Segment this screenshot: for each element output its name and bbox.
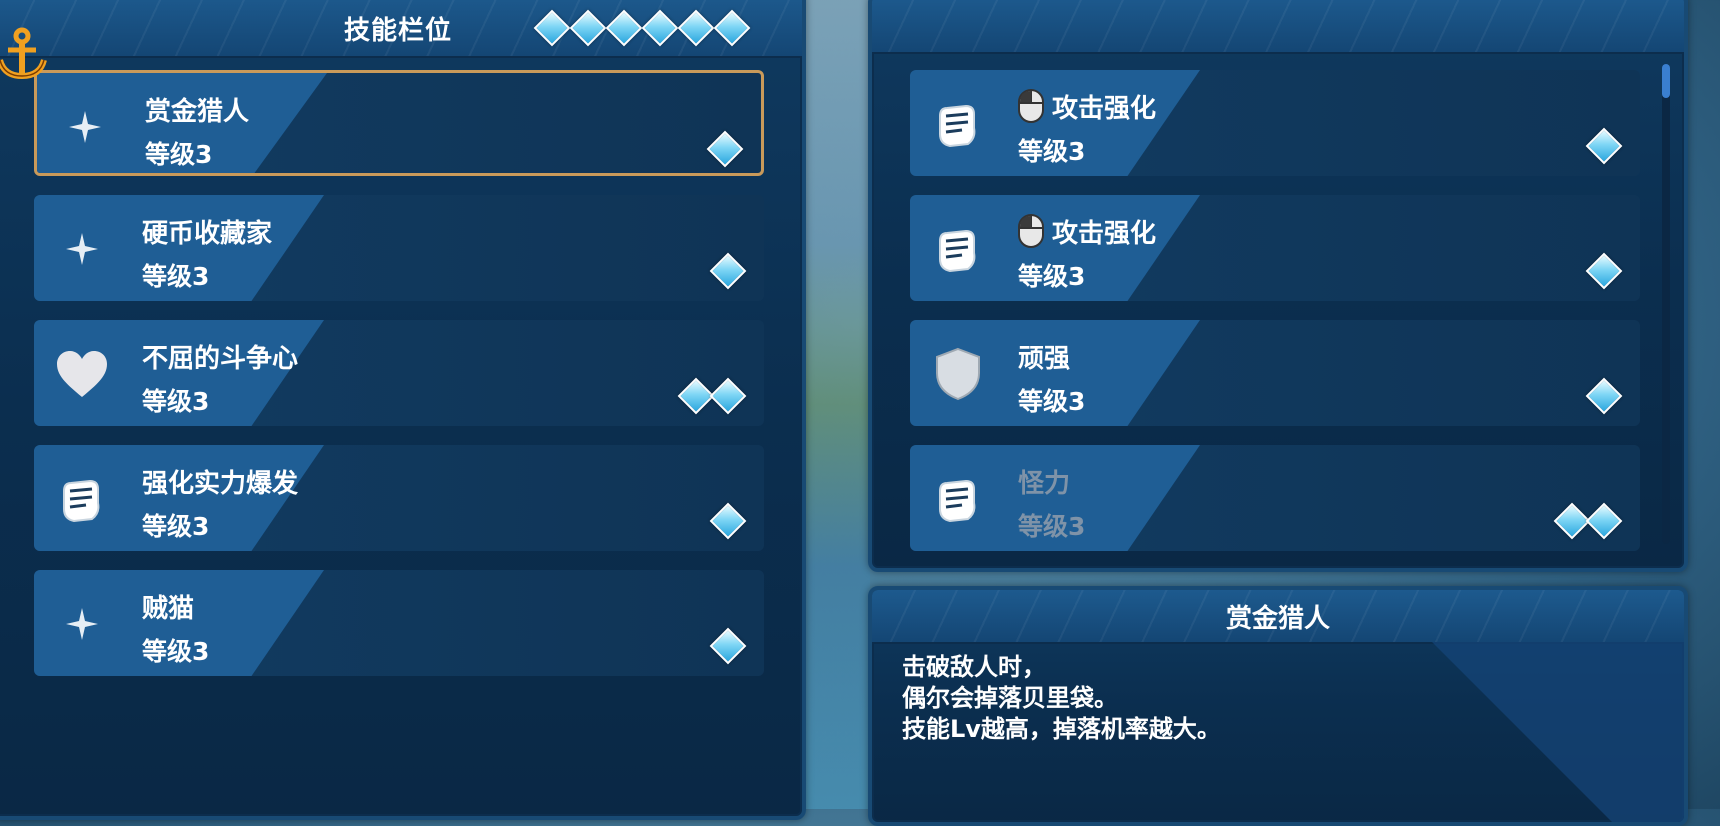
skill-cost-gems	[1585, 252, 1623, 290]
gem-icon	[1585, 377, 1623, 415]
skill-cost-gems	[709, 252, 747, 290]
fist-icon	[930, 221, 986, 277]
skill-name: 怪力	[1018, 469, 1071, 499]
equipped-skill-card[interactable]: 赏金猎人等级3	[34, 70, 764, 176]
available-skill-card[interactable]: 怪力等级3	[910, 445, 1640, 551]
gem-icon	[1585, 252, 1623, 290]
equipped-skill-card[interactable]: 强化实力爆发 等级3	[34, 445, 764, 551]
skill-cost-gems	[1585, 377, 1623, 415]
available-skills-panel: 攻击强化 等级3 攻击强化 等级3 顽强 等级3 怪力 等级3	[868, 0, 1688, 572]
equipped-skill-card[interactable]: 硬币收藏家等级3	[34, 195, 764, 301]
skill-level: 等级3	[142, 637, 210, 666]
skill-slots-panel: 技能栏位 赏金猎人 等级3 硬币收藏家 等级3 不屈的斗争心 等级3 强化实力爆发 等级3 贼猫…	[0, 0, 806, 820]
gem-icon	[706, 130, 744, 168]
skill-name: 强化实力爆发	[142, 469, 299, 499]
mouse-icon	[1018, 89, 1044, 123]
gem-icon	[533, 9, 571, 47]
skill-name: 攻击强化	[1018, 213, 1156, 250]
gem-icon	[1585, 502, 1623, 540]
available-skills-header	[872, 0, 1684, 54]
skill-name: 攻击强化	[1018, 88, 1156, 125]
skill-cost-gems	[709, 627, 747, 665]
skill-level: 等级3	[1018, 512, 1086, 541]
description-text: 击破敌人时， 偶尔会掉落贝里袋。 技能Lv越高，掉落机率越大。	[902, 653, 1221, 743]
fist-icon	[930, 96, 986, 152]
fist-icon	[930, 471, 986, 527]
skill-name: 不屈的斗争心	[142, 344, 299, 374]
gem-icon	[641, 9, 679, 47]
available-skill-card[interactable]: 攻击强化等级3	[910, 70, 1640, 176]
gem-icon	[713, 9, 751, 47]
description-decoration	[1432, 642, 1684, 822]
skill-level: 等级3	[1018, 387, 1086, 416]
fist-icon	[54, 471, 110, 527]
skill-level: 等级3	[142, 387, 210, 416]
skill-cost-gems	[1585, 127, 1623, 165]
mouse-icon	[1018, 214, 1044, 248]
sparkle-icon	[54, 596, 110, 652]
available-skill-card[interactable]: 攻击强化等级3	[910, 195, 1640, 301]
equipped-skill-card[interactable]: 贼猫等级3	[34, 570, 764, 676]
slot-gem-indicator	[533, 9, 751, 47]
gem-icon	[569, 9, 607, 47]
skill-level: 等级3	[145, 140, 213, 169]
skill-list-scrollbar[interactable]	[1662, 64, 1670, 544]
skill-name: 顽强	[1018, 344, 1071, 374]
skill-level: 等级3	[142, 512, 210, 541]
gem-icon	[677, 9, 715, 47]
heart-icon	[54, 346, 110, 402]
description-title: 赏金猎人	[1225, 604, 1330, 634]
available-skill-card[interactable]: 顽强等级3	[910, 320, 1640, 426]
sparkle-icon	[57, 99, 113, 155]
description-header: 赏金猎人	[872, 590, 1684, 644]
skill-slots-header: 技能栏位	[0, 0, 802, 58]
skill-name: 硬币收藏家	[142, 219, 273, 249]
skill-description-panel: 赏金猎人 击破敌人时， 偶尔会掉落贝里袋。 技能Lv越高，掉落机率越大。	[868, 586, 1688, 826]
skill-level: 等级3	[1018, 262, 1086, 291]
gem-icon	[1585, 127, 1623, 165]
skill-name: 赏金猎人	[145, 97, 250, 127]
sparkle-icon	[54, 221, 110, 277]
skill-cost-gems	[677, 377, 747, 415]
skill-cost-gems	[1553, 502, 1623, 540]
gem-icon	[709, 252, 747, 290]
skill-level: 等级3	[142, 262, 210, 291]
shield-icon	[930, 346, 986, 402]
skill-level: 等级3	[1018, 137, 1086, 166]
skill-cost-gems	[706, 130, 744, 168]
skill-cost-gems	[709, 502, 747, 540]
gem-icon	[709, 502, 747, 540]
skill-name: 贼猫	[142, 594, 195, 624]
equipped-skill-card[interactable]: 不屈的斗争心 等级3	[34, 320, 764, 426]
gem-icon	[605, 9, 643, 47]
gem-icon	[709, 627, 747, 665]
gem-icon	[709, 377, 747, 415]
anchor-icon	[0, 26, 50, 82]
scrollbar-thumb[interactable]	[1662, 64, 1670, 98]
